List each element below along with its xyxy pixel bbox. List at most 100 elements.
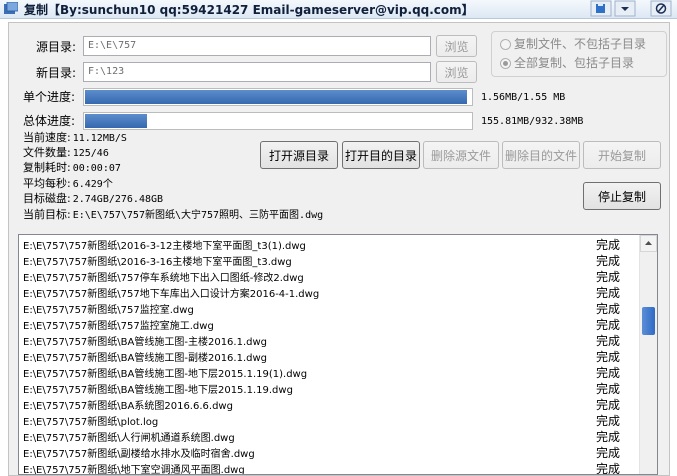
copy-panel: 源目录: E:\E\757 浏览 新目录: F:\123 浏览 复制文件、不包括… — [8, 22, 670, 476]
list-item[interactable]: E:\E\757\757新图纸\2016-3-12主楼地下室平面图_t3(1).… — [23, 236, 635, 252]
list-item-path: E:\E\757\757新图纸\BA管线施工图-地下层2015.1.19.dwg — [23, 385, 293, 396]
stat-file-count-value: 125/46 — [72, 148, 109, 159]
list-item-status: 完成 — [596, 350, 621, 364]
stat-current-target-value: E:\E\757\757新图纸\大宁757照明、三防平面图.dwg — [72, 210, 324, 221]
list-item-status: 完成 — [596, 238, 621, 252]
window-title: 复制【By:sunchun10 qq:59421427 Email-gamese… — [24, 3, 474, 17]
list-item[interactable]: E:\E\757\757新图纸\2016-3-16主楼地下室平面图_t3.dwg… — [23, 252, 635, 268]
list-item-status: 完成 — [596, 462, 621, 475]
scroll-up-icon — [645, 241, 652, 245]
option-all-subdirs-label: 全部复制、包括子目录 — [514, 56, 635, 70]
list-item[interactable]: E:\E\757\757新图纸\plot.log 完成 — [23, 412, 635, 428]
list-item[interactable]: E:\E\757\757新图纸\757监控室施工.dwg 完成 — [23, 316, 635, 332]
list-item-status: 完成 — [596, 254, 621, 268]
option-no-subdirs-label: 复制文件、不包括子目录 — [514, 37, 647, 51]
list-item-path: E:\E\757\757新图纸\BA管线施工图-地下层2015.1.19(1).… — [23, 369, 308, 380]
list-item-path: E:\E\757\757新图纸\757地下车库出入口设计方案2016-4-1.d… — [23, 289, 320, 300]
list-item-path: E:\E\757\757新图纸\副楼给水排水及临时宿舍.dwg — [23, 449, 255, 460]
list-item-status: 完成 — [596, 414, 621, 428]
list-item-status: 完成 — [596, 270, 621, 284]
list-item[interactable]: E:\E\757\757新图纸\BA管线施工图-地下层2015.1.19(1).… — [23, 364, 635, 380]
minimize-icon[interactable] — [614, 0, 636, 17]
list-item-path: E:\E\757\757新图纸\BA管线施工图-主楼2016.1.dwg — [23, 337, 268, 348]
list-item-path: E:\E\757\757新图纸\757监控室施工.dwg — [23, 321, 214, 332]
list-item-status: 完成 — [596, 286, 621, 300]
total-progress-bar — [83, 112, 473, 130]
stop-copy-button[interactable]: 停止复制 — [583, 182, 661, 210]
single-progress-text: 1.56MB/1.55 MB — [481, 92, 566, 103]
list-item-status: 完成 — [596, 430, 621, 444]
list-item-status: 完成 — [596, 318, 621, 332]
stat-elapsed-value: 00:00:07 — [72, 163, 121, 174]
list-item[interactable]: E:\E\757\757新图纸\地下室空调通风平面图.dwg 完成 — [23, 460, 635, 475]
scroll-thumb[interactable] — [642, 307, 655, 335]
list-item-status: 完成 — [596, 302, 621, 316]
file-list[interactable]: E:\E\757\757新图纸\2016-3-12主楼地下室平面图_t3(1).… — [18, 234, 658, 475]
open-source-dir-button[interactable]: 打开源目录 — [260, 141, 338, 169]
list-item-path: E:\E\757\757新图纸\757停车系统地下出入口图纸-修改2.dwg — [23, 273, 304, 284]
delete-source-button[interactable]: 删除源文件 — [423, 141, 499, 169]
list-item-path: E:\E\757\757新图纸\2016-3-12主楼地下室平面图_t3(1).… — [23, 241, 306, 252]
stat-current-target: 当前目标: E:\E\757\757新图纸\大宁757照明、三防平面图.dwg — [23, 206, 323, 222]
stat-per-second-label: 平均每秒: — [23, 177, 71, 190]
source-label: 源目录: — [36, 40, 77, 54]
stat-speed-label: 当前速度: — [23, 131, 71, 144]
start-copy-button[interactable]: 开始复制 — [583, 141, 661, 169]
list-item-status: 完成 — [596, 334, 621, 348]
browse-dest-button[interactable]: 浏览 — [436, 61, 477, 83]
list-item-path: E:\E\757\757新图纸\757监控室.dwg — [23, 305, 194, 316]
list-item[interactable]: E:\E\757\757新图纸\人行闸机通道系统图.dwg 完成 — [23, 428, 635, 444]
stat-target-disk-value: 2.74GB/276.48GB — [72, 194, 164, 205]
single-progress-fill — [85, 90, 468, 104]
source-dir-field[interactable]: E:\E\757 — [83, 36, 431, 56]
delete-dest-button[interactable]: 删除目的文件 — [502, 141, 580, 169]
list-item[interactable]: E:\E\757\757新图纸\BA系统图2016.6.6.dwg 完成 — [23, 396, 635, 412]
stat-target-disk: 目标磁盘: 2.74GB/276.48GB — [23, 190, 163, 206]
list-item[interactable]: E:\E\757\757新图纸\BA管线施工图-主楼2016.1.dwg 完成 — [23, 332, 635, 348]
option-all-subdirs[interactable]: 全部复制、包括子目录 — [500, 54, 634, 71]
scroll-up-button[interactable] — [640, 235, 657, 252]
list-item[interactable]: E:\E\757\757新图纸\副楼给水排水及临时宿舍.dwg 完成 — [23, 444, 635, 460]
list-vertical-scrollbar[interactable] — [639, 235, 657, 474]
list-item-status: 完成 — [596, 398, 621, 412]
list-item-path: E:\E\757\757新图纸\2016-3-16主楼地下室平面图_t3.dwg — [23, 257, 292, 268]
list-item-path: E:\E\757\757新图纸\BA管线施工图-副楼2016.1.dwg — [23, 353, 268, 364]
total-progress-fill — [85, 114, 148, 128]
total-progress-label: 总体进度: — [23, 114, 76, 128]
open-dest-dir-button[interactable]: 打开目的目录 — [342, 141, 420, 169]
option-no-subdirs[interactable]: 复制文件、不包括子目录 — [500, 35, 646, 52]
close-icon[interactable] — [650, 0, 672, 17]
stat-elapsed: 复制耗时: 00:00:07 — [23, 159, 121, 175]
copy-app-icon — [4, 2, 18, 14]
list-item-path: E:\E\757\757新图纸\人行闸机通道系统图.dwg — [23, 433, 235, 444]
dest-dir-field[interactable]: F:\123 — [83, 62, 431, 82]
single-progress-bar — [83, 88, 473, 106]
radio-no-subdirs[interactable] — [500, 39, 511, 50]
list-item-status: 完成 — [596, 382, 621, 396]
list-item[interactable]: E:\E\757\757新图纸\757地下车库出入口设计方案2016-4-1.d… — [23, 284, 635, 300]
title-bar[interactable]: 复制【By:sunchun10 qq:59421427 Email-gamese… — [0, 0, 677, 19]
list-item[interactable]: E:\E\757\757新图纸\BA管线施工图-副楼2016.1.dwg 完成 — [23, 348, 635, 364]
window-menu-icon[interactable] — [590, 0, 612, 17]
stat-target-disk-label: 目标磁盘: — [23, 192, 71, 205]
list-item[interactable]: E:\E\757\757新图纸\BA管线施工图-地下层2015.1.19.dwg… — [23, 380, 635, 396]
list-item-path: E:\E\757\757新图纸\地下室空调通风平面图.dwg — [23, 465, 245, 475]
dest-label: 新目录: — [36, 66, 77, 80]
list-item-status: 完成 — [596, 446, 621, 460]
list-item[interactable]: E:\E\757\757新图纸\757停车系统地下出入口图纸-修改2.dwg 完成 — [23, 268, 635, 284]
radio-all-subdirs[interactable] — [500, 58, 511, 69]
stat-file-count: 文件数量: 125/46 — [23, 144, 109, 160]
stat-per-second-value: 6.429个 — [72, 179, 113, 190]
list-item-status: 完成 — [596, 366, 621, 380]
stat-elapsed-label: 复制耗时: — [23, 161, 71, 174]
total-progress-text: 155.81MB/932.38MB — [481, 116, 584, 127]
single-progress-label: 单个进度: — [23, 90, 76, 104]
stat-per-second: 平均每秒: 6.429个 — [23, 175, 113, 191]
stat-speed: 当前速度: 11.12MB/S — [23, 129, 127, 145]
browse-source-button[interactable]: 浏览 — [436, 35, 477, 57]
stat-speed-value: 11.12MB/S — [72, 133, 127, 144]
stat-file-count-label: 文件数量: — [23, 146, 71, 159]
stat-current-target-label: 当前目标: — [23, 208, 71, 221]
list-item-path: E:\E\757\757新图纸\BA系统图2016.6.6.dwg — [23, 401, 233, 412]
list-item[interactable]: E:\E\757\757新图纸\757监控室.dwg 完成 — [23, 300, 635, 316]
